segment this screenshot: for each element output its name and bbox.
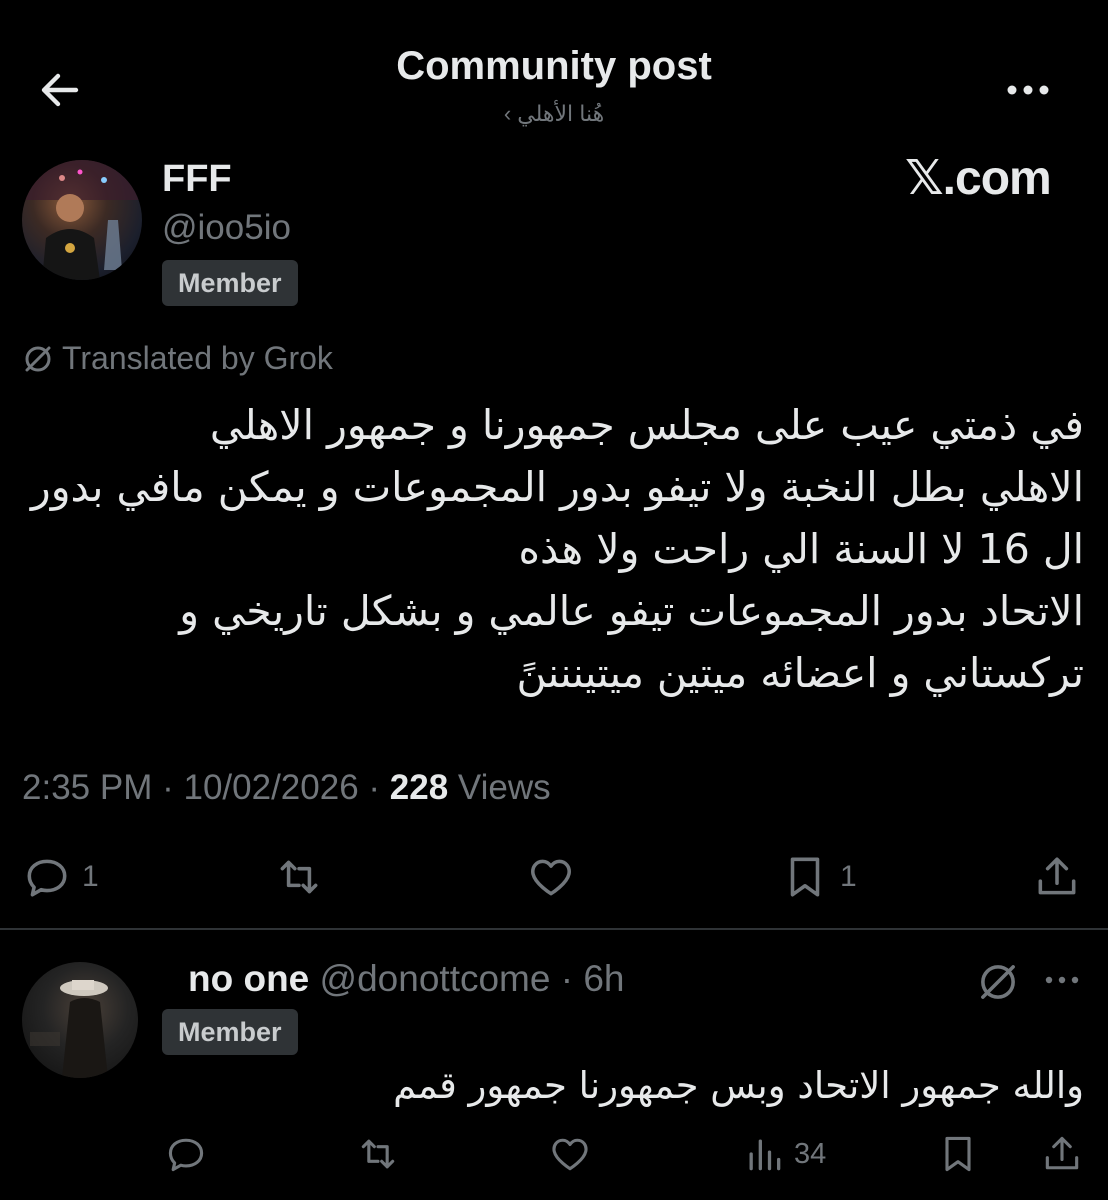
translated-text: Translated by Grok bbox=[62, 340, 333, 376]
reply-avatar-image bbox=[30, 980, 108, 1078]
grok-translate-icon bbox=[25, 346, 51, 371]
author-name[interactable]: FFF bbox=[162, 158, 232, 201]
reply-icon bbox=[168, 1138, 204, 1172]
post-line: الاتحاد بدور المجموعات تيفو عالمي و بشكل… bbox=[179, 587, 1084, 635]
more-icon bbox=[1045, 976, 1079, 984]
views-count[interactable]: 228 bbox=[390, 768, 448, 807]
post-time: 2:35 PM bbox=[22, 768, 153, 807]
reply-body: والله جمهور الاتحاد وبس جمهورنا جمهور قم… bbox=[393, 1064, 1084, 1107]
reply-more-button[interactable] bbox=[1040, 962, 1084, 998]
member-badge: Member bbox=[162, 260, 298, 306]
more-button[interactable] bbox=[1000, 74, 1056, 106]
repost-icon bbox=[280, 860, 318, 894]
reply-button[interactable]: 1 bbox=[22, 852, 99, 902]
community-link[interactable]: هُنا الأهلي › bbox=[0, 101, 1108, 127]
like-icon bbox=[531, 859, 571, 896]
share-button[interactable] bbox=[1032, 852, 1082, 902]
reply-translate-button[interactable] bbox=[976, 960, 1020, 1004]
reply-views-count: 34 bbox=[794, 1137, 827, 1170]
reply-repost-button[interactable] bbox=[356, 1132, 400, 1176]
separator-dot: · bbox=[560, 958, 574, 999]
like-icon bbox=[552, 1138, 588, 1171]
more-icon bbox=[1007, 85, 1049, 95]
post-date: 10/02/2026 bbox=[183, 768, 359, 807]
reply-header: no one @donottcome · 6h bbox=[188, 958, 625, 1000]
repost-button[interactable] bbox=[274, 852, 324, 902]
share-icon bbox=[1038, 857, 1076, 895]
views-label[interactable]: Views bbox=[458, 768, 551, 807]
post-line: الاهلي بطل النخبة ولا تيفو بدور المجموعا… bbox=[30, 463, 1084, 511]
bookmark-button[interactable]: 1 bbox=[780, 852, 857, 902]
avatar-image bbox=[22, 160, 142, 280]
reply-reply-button[interactable] bbox=[164, 1132, 208, 1176]
grok-translate-icon bbox=[981, 965, 1015, 999]
bookmark-icon bbox=[790, 857, 820, 897]
avatar[interactable] bbox=[22, 160, 142, 280]
reply-bookmark-button[interactable] bbox=[936, 1132, 980, 1176]
watermark: 𝕏.com bbox=[905, 152, 1052, 205]
author-handle[interactable]: @ioo5io bbox=[162, 208, 291, 248]
reply-count: 1 bbox=[82, 860, 99, 893]
post-body: في ذمتي عيب على مجلس جمهورنا و جمهور الا… bbox=[14, 394, 1084, 704]
bookmark-icon bbox=[945, 1136, 971, 1172]
repost-icon bbox=[361, 1139, 395, 1169]
reply-age: 6h bbox=[583, 958, 625, 999]
post-meta: 2:35 PM · 10/02/2026 · 228 Views bbox=[22, 768, 551, 807]
reply-avatar[interactable] bbox=[22, 962, 138, 1078]
reply-author-name[interactable]: no one bbox=[188, 958, 309, 999]
share-icon bbox=[1045, 1136, 1079, 1170]
page-title: Community post bbox=[396, 44, 712, 88]
post-line: في ذمتي عيب على مجلس جمهورنا و جمهور الا… bbox=[209, 401, 1084, 449]
translated-label[interactable]: Translated by Grok bbox=[22, 340, 333, 377]
divider bbox=[0, 928, 1108, 930]
post-line: ال 16 لا السنة الي راحت ولا هذه bbox=[518, 525, 1084, 573]
reply-views-button[interactable]: 34 bbox=[742, 1132, 826, 1176]
views-icon bbox=[749, 1139, 781, 1171]
bookmark-count: 1 bbox=[840, 860, 857, 893]
like-button[interactable] bbox=[526, 852, 576, 902]
post-line: تركستاني و اعضائه ميتين ميتيننننً bbox=[516, 649, 1085, 697]
reply-like-button[interactable] bbox=[548, 1132, 592, 1176]
reply-share-button[interactable] bbox=[1040, 1132, 1084, 1176]
member-badge: Member bbox=[162, 1009, 298, 1055]
reply-icon bbox=[27, 859, 67, 897]
reply-author-handle[interactable]: @donottcome bbox=[320, 958, 551, 999]
